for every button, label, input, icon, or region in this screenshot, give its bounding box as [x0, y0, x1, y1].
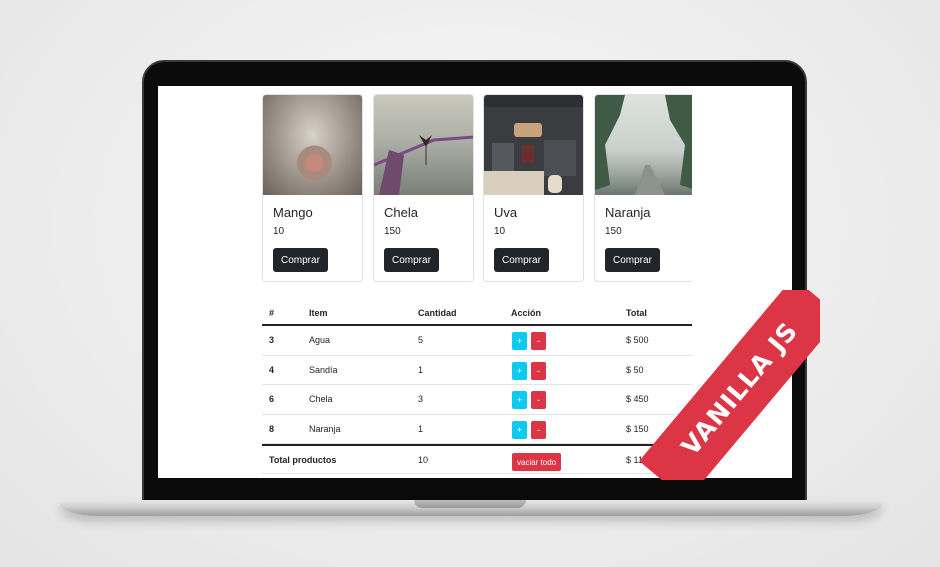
increase-button[interactable]: +: [512, 420, 527, 439]
decrease-button[interactable]: -: [531, 391, 546, 409]
column-header: #: [269, 308, 275, 318]
column-header: Acción: [511, 308, 542, 318]
row-item: Naranja: [309, 423, 341, 434]
row-qty: 1: [418, 423, 424, 434]
increase-button[interactable]: +: [512, 361, 527, 380]
column-header: Cantidad: [418, 308, 457, 318]
ribbon-banner: VANILLA JS: [600, 290, 820, 480]
decrease-button[interactable]: -: [531, 420, 546, 439]
row-item: Agua: [309, 335, 331, 345]
product-image: [595, 95, 692, 195]
row-id: 8: [269, 423, 275, 434]
product-cards: Mango 10 Comprar Chela 150 Comprar Uva 1…: [262, 94, 692, 284]
decrease-button[interactable]: -: [531, 332, 546, 350]
increase-button[interactable]: +: [512, 332, 527, 350]
product-card: Naranja 150 Comprar: [594, 94, 692, 282]
row-item: Sandía: [309, 364, 338, 375]
product-image: [484, 95, 583, 195]
product-name: Mango: [273, 205, 313, 220]
row-qty: 3: [418, 394, 424, 404]
row-qty: 1: [418, 364, 424, 375]
product-image: [263, 95, 362, 195]
ribbon-text: VANILLA JS: [639, 290, 820, 480]
clear-cart-button[interactable]: vaciar todo: [512, 453, 562, 471]
product-price: 10: [494, 226, 506, 237]
product-name: Chela: [384, 205, 418, 220]
product-card: Uva 10 Comprar: [483, 94, 584, 282]
decrease-button[interactable]: -: [531, 361, 546, 380]
product-card: Chela 150 Comprar: [373, 94, 474, 282]
product-name: Naranja: [605, 205, 651, 220]
buy-button[interactable]: Comprar: [605, 248, 660, 272]
buy-button[interactable]: Comprar: [273, 248, 328, 272]
total-qty: 10: [418, 455, 429, 465]
total-products-label: Total productos: [269, 455, 337, 465]
product-name: Uva: [494, 205, 518, 220]
product-image: [374, 95, 473, 195]
product-price: 150: [605, 226, 622, 237]
increase-button[interactable]: +: [512, 391, 527, 409]
laptop-hinge: [414, 500, 526, 508]
row-item: Chela: [309, 394, 333, 404]
row-qty: 5: [418, 335, 424, 345]
product-price: 150: [384, 226, 401, 237]
row-id: 6: [269, 394, 275, 404]
buy-button[interactable]: Comprar: [384, 248, 439, 272]
buy-button[interactable]: Comprar: [494, 248, 549, 272]
column-header: Item: [309, 308, 328, 318]
row-id: 3: [269, 335, 275, 345]
product-card: Mango 10 Comprar: [262, 94, 363, 282]
product-price: 10: [273, 226, 285, 237]
row-id: 4: [269, 364, 275, 375]
